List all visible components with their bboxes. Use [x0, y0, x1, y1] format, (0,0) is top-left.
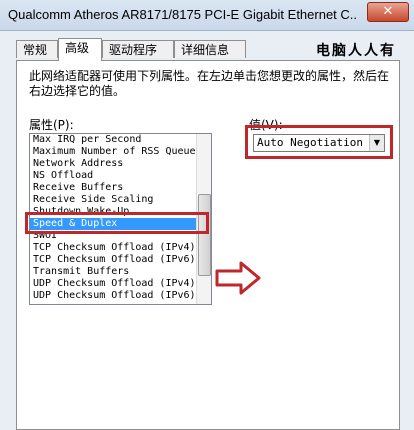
list-item[interactable]: TCP Checksum Offload (IPv6) [30, 254, 198, 266]
advanced-panel: 此网络适配器可使用下列属性。在左边单击您想更改的属性，然后在右边选择它的值。 属… [16, 60, 400, 430]
list-item[interactable]: Transmit Buffers [30, 266, 198, 278]
description-text: 此网络适配器可使用下列属性。在左边单击您想更改的属性，然后在右边选择它的值。 [29, 69, 390, 98]
tab-general[interactable]: 常规 [16, 40, 58, 58]
list-item[interactable]: Receive Buffers [30, 182, 198, 194]
list-item[interactable]: Maximum Number of RSS Queue [30, 146, 198, 158]
list-item[interactable]: NS Offload [30, 170, 198, 182]
tab-advanced[interactable]: 高级 [58, 38, 102, 61]
list-item[interactable]: Network Address [30, 158, 198, 170]
watermark-text: 电脑人人有 [316, 43, 396, 59]
highlight-box-value [245, 125, 393, 159]
tab-driver[interactable]: 驱动程序 [102, 40, 174, 58]
highlight-box-selected-item [25, 212, 209, 234]
scrollbar-thumb[interactable] [198, 194, 211, 276]
list-item[interactable]: UDP Checksum Offload (IPv6) [30, 290, 198, 302]
title-bar: Qualcomm Atheros AR8171/8175 PCI-E Gigab… [0, 0, 414, 31]
list-item[interactable]: TCP Checksum Offload (IPv4) [30, 242, 198, 254]
close-button[interactable]: ✕ [367, 2, 409, 22]
arrow-right-icon [215, 261, 261, 295]
window-title: Qualcomm Atheros AR8171/8175 PCI-E Gigab… [8, 7, 358, 22]
tab-details[interactable]: 详细信息 [174, 40, 246, 58]
list-item[interactable]: UDP Checksum Offload (IPv4) [30, 278, 198, 290]
list-item[interactable]: Receive Side Scaling [30, 194, 198, 206]
property-label: 属性(P): [29, 118, 74, 132]
list-item[interactable]: Max IRQ per Second [30, 134, 198, 146]
